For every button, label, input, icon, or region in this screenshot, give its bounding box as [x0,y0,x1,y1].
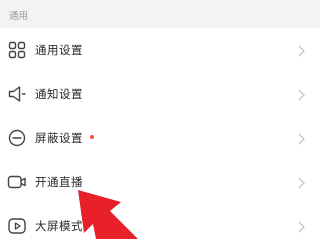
row-notification-settings[interactable]: 通知设置 [0,72,320,116]
row-start-live[interactable]: 开通直播 [0,160,320,204]
video-camera-icon [7,172,27,192]
row-big-screen-mode[interactable]: 大屏模式 [0,204,320,248]
row-label: 开通直播 [35,175,83,189]
row-label: 屏蔽设置 [35,130,94,146]
row-label: 通知设置 [35,87,83,101]
grid-icon [7,40,27,60]
section-header: 通用 [0,0,320,28]
block-icon [7,128,27,148]
notification-dot [90,134,94,139]
chevron-right-icon [296,175,306,189]
section-title: 通用 [9,11,29,22]
row-label: 通用设置 [35,43,83,57]
play-icon [7,216,27,236]
settings-list: 通用设置 通知设置 屏蔽设置 开通直播 大屏模式 [0,28,320,248]
row-label: 大屏模式 [35,219,83,233]
speaker-icon [7,84,27,104]
chevron-right-icon [296,43,306,57]
row-label-text: 屏蔽设置 [35,131,83,145]
row-general-settings[interactable]: 通用设置 [0,28,320,72]
chevron-right-icon [296,131,306,145]
chevron-right-icon [296,219,306,233]
row-block-settings[interactable]: 屏蔽设置 [0,116,320,160]
chevron-right-icon [296,87,306,101]
